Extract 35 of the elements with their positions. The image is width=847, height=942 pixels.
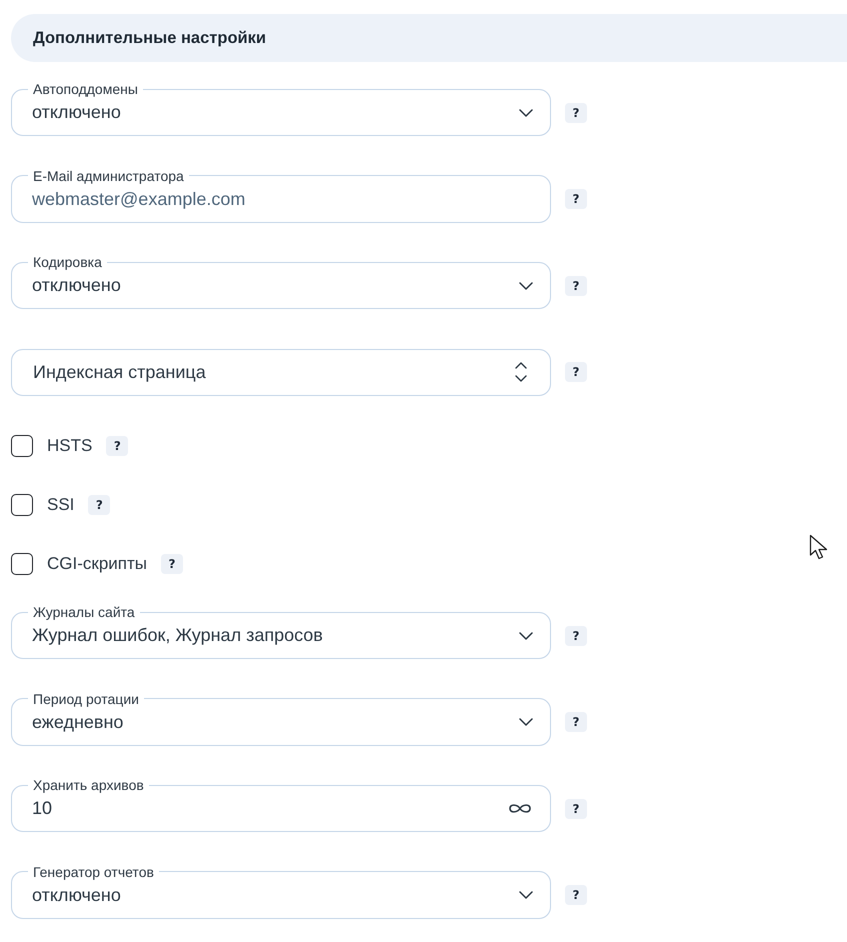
help-button[interactable]: ? [565, 885, 587, 905]
help-button[interactable]: ? [106, 436, 128, 456]
help-button[interactable]: ? [565, 189, 587, 209]
mouse-pointer-icon [809, 534, 829, 561]
checkbox-label: SSI [47, 494, 74, 516]
field-label: Генератор отчетов [32, 862, 155, 880]
chevron-down-icon [519, 282, 533, 290]
checkbox[interactable] [11, 435, 33, 457]
field-label: Автоподдомены [32, 80, 139, 98]
infinity-icon[interactable] [509, 803, 531, 814]
up-down-chevrons-icon [515, 361, 527, 383]
checkbox-label: HSTS [47, 435, 92, 457]
checkbox[interactable] [11, 553, 33, 575]
help-button[interactable]: ? [160, 554, 183, 574]
field-label: Период ротации [32, 690, 140, 708]
field-label: Кодировка [32, 253, 103, 271]
help-button[interactable]: ? [565, 798, 587, 818]
checkbox-label: CGI-скрипты [47, 553, 147, 575]
help-button[interactable]: ? [565, 712, 587, 732]
chevron-down-icon [519, 891, 533, 899]
chevron-down-icon [519, 718, 533, 726]
field-label: Хранить архивов [32, 776, 145, 794]
checkbox[interactable] [11, 494, 33, 516]
help-button[interactable]: ? [565, 362, 587, 382]
help-button[interactable]: ? [88, 495, 110, 515]
field-label: Журналы сайта [32, 603, 136, 621]
select-field[interactable]: Индексная страница [11, 348, 551, 396]
field-label: E-Mail администратора [32, 166, 185, 184]
section-title: Дополнительные настройки [33, 28, 266, 48]
help-button[interactable]: ? [565, 276, 587, 296]
chevron-down-icon [519, 108, 533, 116]
field-label: Индексная страница [32, 362, 206, 382]
chevron-down-icon [519, 632, 533, 640]
help-button[interactable]: ? [565, 102, 587, 122]
help-button[interactable]: ? [565, 626, 587, 646]
